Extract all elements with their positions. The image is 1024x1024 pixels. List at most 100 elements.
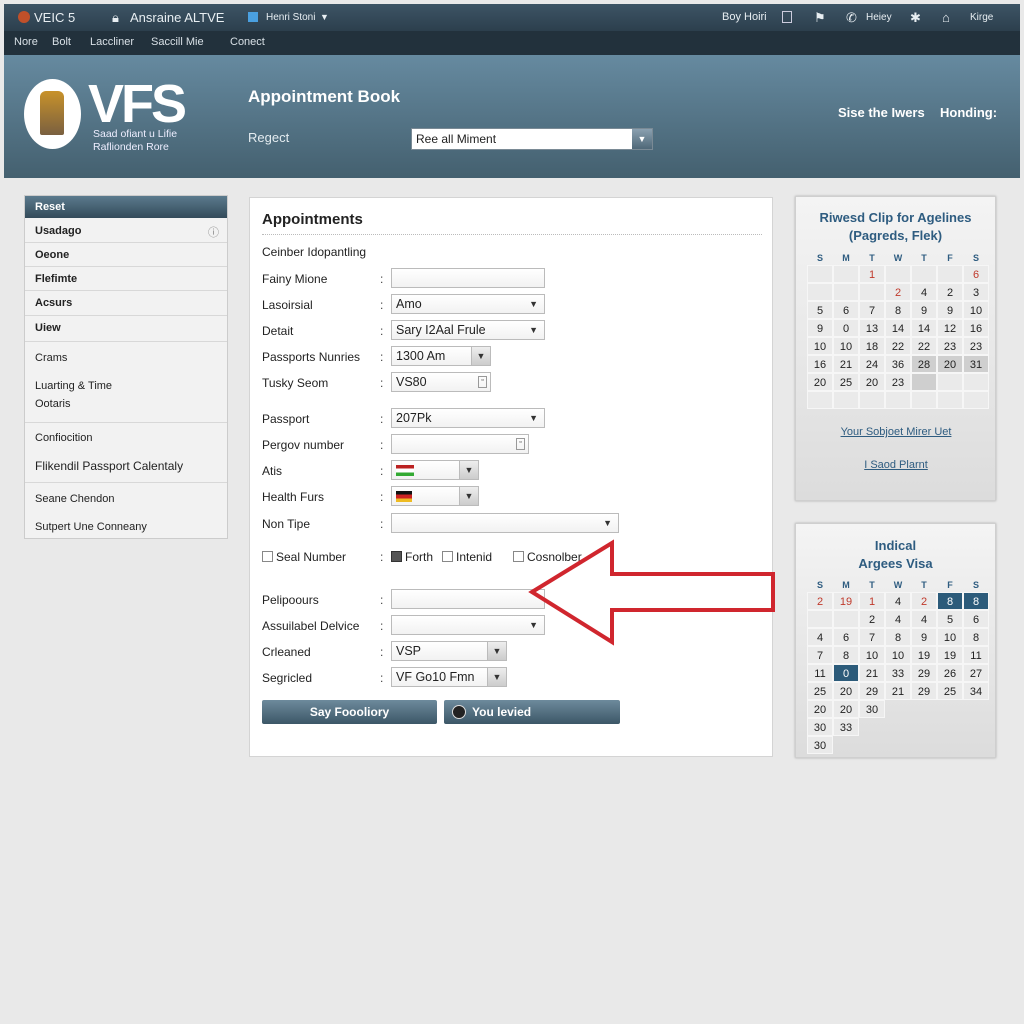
calendar-day[interactable]: 2 xyxy=(807,592,833,610)
calendar-day[interactable]: 8 xyxy=(833,646,859,664)
calendar-day[interactable] xyxy=(833,265,859,283)
calendar-day[interactable] xyxy=(859,391,885,409)
calendar-day[interactable] xyxy=(833,283,859,301)
calendar-day[interactable]: 20 xyxy=(833,700,859,718)
calendar-day[interactable]: 4 xyxy=(885,592,911,610)
calendar-day[interactable]: 26 xyxy=(937,664,963,682)
calendar-day[interactable]: 29 xyxy=(859,682,885,700)
calendar-day[interactable]: 9 xyxy=(937,301,963,319)
calendar-day[interactable]: 36 xyxy=(885,355,911,373)
calendar-day[interactable] xyxy=(833,391,859,409)
calendar-day[interactable] xyxy=(911,373,937,391)
calendar-day[interactable]: 10 xyxy=(807,337,833,355)
calendar-day[interactable]: 6 xyxy=(833,628,859,646)
calendar-day[interactable]: 21 xyxy=(859,664,885,682)
calendar-day[interactable]: 22 xyxy=(911,337,937,355)
calendar-day[interactable]: 5 xyxy=(807,301,833,319)
calendar-day[interactable]: 10 xyxy=(885,646,911,664)
calendar-day[interactable]: 21 xyxy=(833,355,859,373)
calendar-day[interactable]: 2 xyxy=(937,283,963,301)
calendar-day[interactable] xyxy=(963,391,989,409)
calendar-day[interactable]: 4 xyxy=(807,628,833,646)
calendar-day[interactable]: 2 xyxy=(859,610,885,628)
calendar-day[interactable] xyxy=(833,610,859,628)
calendar-day[interactable]: 13 xyxy=(859,319,885,337)
calendar-day[interactable]: 8 xyxy=(937,592,963,610)
calendar-day[interactable]: 29 xyxy=(911,664,937,682)
calendar-day[interactable]: 19 xyxy=(911,646,937,664)
calendar-day[interactable]: 16 xyxy=(963,319,989,337)
calendar-day[interactable]: 20 xyxy=(807,700,833,718)
calendar-day[interactable] xyxy=(807,283,833,301)
calendar-day[interactable] xyxy=(937,391,963,409)
calendar-day[interactable]: 23 xyxy=(885,373,911,391)
calendar-day[interactable]: 25 xyxy=(807,682,833,700)
calendar-day[interactable]: 19 xyxy=(937,646,963,664)
calendar-day[interactable]: 6 xyxy=(963,265,989,283)
calendar-day[interactable]: 18 xyxy=(859,337,885,355)
calendar-day[interactable]: 30 xyxy=(859,700,885,718)
calendar-day[interactable]: 23 xyxy=(963,337,989,355)
calendar-day[interactable]: 10 xyxy=(859,646,885,664)
calendar-day[interactable]: 8 xyxy=(963,628,989,646)
calendar-day[interactable]: 22 xyxy=(885,337,911,355)
calendar-link[interactable]: Your Sobjoet Mirer Uet xyxy=(796,426,996,438)
calendar-day[interactable]: 8 xyxy=(885,301,911,319)
calendar-day[interactable]: 6 xyxy=(833,301,859,319)
calendar-day[interactable] xyxy=(807,610,833,628)
calendar-day[interactable]: 10 xyxy=(963,301,989,319)
calendar-day[interactable]: 29 xyxy=(911,682,937,700)
calendar-day[interactable]: 9 xyxy=(911,301,937,319)
calendar-day[interactable]: 4 xyxy=(911,283,937,301)
calendar-day[interactable]: 31 xyxy=(963,355,989,373)
calendar-day[interactable] xyxy=(937,373,963,391)
calendar-day[interactable]: 20 xyxy=(833,682,859,700)
calendar-day[interactable]: 20 xyxy=(859,373,885,391)
calendar-day[interactable]: 9 xyxy=(911,628,937,646)
calendar-day[interactable] xyxy=(911,265,937,283)
calendar-day[interactable] xyxy=(963,373,989,391)
calendar-day[interactable]: 3 xyxy=(963,283,989,301)
calendar-day[interactable]: 2 xyxy=(911,592,937,610)
calendar-day[interactable]: 24 xyxy=(859,355,885,373)
calendar-day[interactable]: 33 xyxy=(885,664,911,682)
calendar-day[interactable]: 28 xyxy=(911,355,937,373)
calendar-day[interactable]: 10 xyxy=(937,628,963,646)
calendar-day[interactable]: 4 xyxy=(911,610,937,628)
calendar-day[interactable] xyxy=(911,391,937,409)
calendar-day[interactable]: 10 xyxy=(833,337,859,355)
calendar-day[interactable]: 7 xyxy=(807,646,833,664)
calendar-day[interactable]: 30 xyxy=(807,736,833,754)
calendar-day[interactable]: 25 xyxy=(833,373,859,391)
calendar-day[interactable]: 30 xyxy=(807,718,833,736)
calendar-day[interactable]: 16 xyxy=(807,355,833,373)
calendar-day[interactable]: 19 xyxy=(833,592,859,610)
calendar-day[interactable] xyxy=(885,265,911,283)
calendar-day[interactable]: 20 xyxy=(807,373,833,391)
calendar-day[interactable]: 14 xyxy=(885,319,911,337)
calendar-day[interactable]: 25 xyxy=(937,682,963,700)
calendar-link[interactable]: I Saod Plarnt xyxy=(796,459,996,471)
calendar-day[interactable]: 7 xyxy=(859,628,885,646)
calendar-day[interactable]: 14 xyxy=(911,319,937,337)
calendar-day[interactable]: 4 xyxy=(885,610,911,628)
calendar-day[interactable]: 27 xyxy=(963,664,989,682)
calendar-day[interactable]: 0 xyxy=(833,664,859,682)
calendar-day[interactable]: 1 xyxy=(859,265,885,283)
calendar-day[interactable] xyxy=(807,391,833,409)
calendar-day[interactable] xyxy=(859,283,885,301)
calendar-day[interactable] xyxy=(937,265,963,283)
calendar-day[interactable]: 8 xyxy=(963,592,989,610)
calendar-day[interactable]: 12 xyxy=(937,319,963,337)
calendar-day[interactable]: 7 xyxy=(859,301,885,319)
calendar-day[interactable]: 20 xyxy=(937,355,963,373)
calendar-day[interactable]: 34 xyxy=(963,682,989,700)
calendar-day[interactable]: 8 xyxy=(885,628,911,646)
calendar-day[interactable]: 11 xyxy=(807,664,833,682)
calendar-day[interactable] xyxy=(807,265,833,283)
calendar-day[interactable]: 23 xyxy=(937,337,963,355)
calendar-day[interactable]: 9 xyxy=(807,319,833,337)
calendar-day[interactable]: 0 xyxy=(833,319,859,337)
calendar-day[interactable]: 2 xyxy=(885,283,911,301)
calendar-day[interactable]: 5 xyxy=(937,610,963,628)
